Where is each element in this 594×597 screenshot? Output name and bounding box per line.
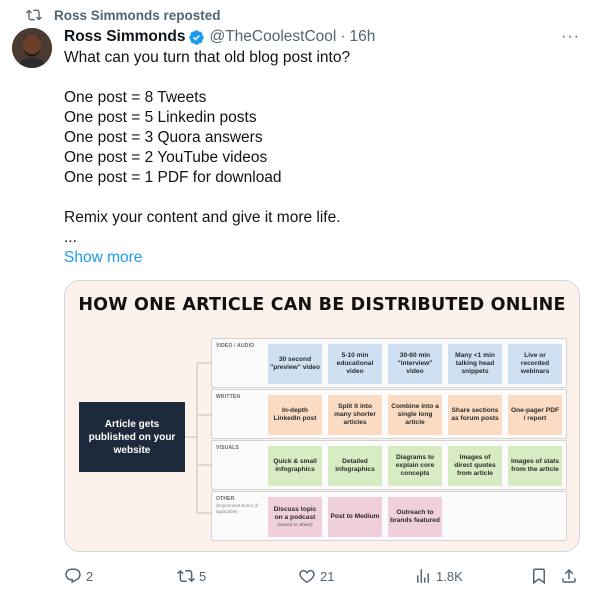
cell: Many <1 min talking head snippets bbox=[448, 344, 502, 384]
repost-count: 5 bbox=[199, 568, 207, 584]
repost-button[interactable]: 5 bbox=[177, 566, 206, 586]
cell: 30 second "preview" video bbox=[268, 344, 322, 384]
analytics-icon bbox=[417, 569, 429, 583]
repost-header: Ross Simmonds reposted bbox=[26, 6, 221, 24]
show-more-link[interactable]: Show more bbox=[64, 248, 142, 268]
row-other: OTHER (Experiment Zone) (if applicable) … bbox=[211, 491, 567, 541]
tweet-line: ... bbox=[64, 229, 77, 246]
row-label: OTHER bbox=[216, 496, 235, 502]
line-break bbox=[64, 188, 574, 208]
share-icon bbox=[562, 568, 576, 583]
cell: Images of stats from the article bbox=[508, 446, 562, 486]
cell: One-pager PDF / report bbox=[508, 395, 562, 435]
row-video-audio: VIDEO / AUDIO 30 second "preview" video … bbox=[211, 338, 567, 388]
row-written: WRITTEN In-depth LinkedIn post Split it … bbox=[211, 389, 567, 439]
hub-box: Article gets published on your website bbox=[79, 402, 185, 472]
cell: Live or recorded webinars bbox=[508, 344, 562, 384]
cell: Images of direct quotes from article bbox=[448, 446, 502, 486]
cell: In-depth LinkedIn post bbox=[268, 395, 322, 435]
cell: Post to Medium bbox=[328, 497, 382, 537]
tweet-line: What can you turn that old blog post int… bbox=[64, 49, 351, 66]
timestamp[interactable]: 16h bbox=[350, 28, 376, 46]
tweet-header: Ross Simmonds @TheCoolestCool · 16h ··· bbox=[64, 26, 580, 48]
tweet-line: Remix your content and give it more life… bbox=[64, 209, 341, 226]
tweet-line: One post = 2 YouTube videos bbox=[64, 149, 268, 166]
reply-icon bbox=[65, 568, 81, 584]
tweet-line: One post = 5 Linkedin posts bbox=[64, 109, 257, 126]
verified-badge-icon bbox=[189, 29, 205, 45]
cell: Combine into a single long article bbox=[388, 395, 442, 435]
heart-icon bbox=[299, 569, 315, 583]
repost-icon bbox=[177, 569, 195, 583]
tweet-line: One post = 3 Quora answers bbox=[64, 129, 263, 146]
cell: Diagrams to explain core concepts bbox=[388, 446, 442, 486]
share-button[interactable] bbox=[560, 566, 578, 586]
views-button[interactable]: 1.8K bbox=[414, 566, 463, 586]
cell: Share sections as forum posts bbox=[448, 395, 502, 435]
author-name[interactable]: Ross Simmonds bbox=[64, 28, 185, 46]
row-label: WRITTEN bbox=[216, 394, 241, 400]
tweet-media-image[interactable]: HOW ONE ARTICLE CAN BE DISTRIBUTED ONLIN… bbox=[64, 280, 580, 552]
tweet-text: What can you turn that old blog post int… bbox=[64, 48, 574, 268]
avatar-image bbox=[12, 28, 52, 68]
row-sublabel: (Experiment Zone) (if applicable) bbox=[216, 503, 259, 514]
reply-button[interactable]: 2 bbox=[64, 566, 93, 586]
bookmark-button[interactable] bbox=[530, 566, 548, 586]
line-break bbox=[64, 68, 574, 88]
cell: Discuss topic on a podcast (owned or oth… bbox=[268, 497, 322, 537]
cell-note: (owned or others) bbox=[277, 522, 313, 528]
hub-label: Article gets published on your website bbox=[88, 418, 176, 456]
like-count: 21 bbox=[320, 568, 335, 584]
tweet-line: One post = 8 Tweets bbox=[64, 89, 207, 106]
row-label: VISUALS bbox=[216, 445, 240, 451]
cell: Detailed infographics bbox=[328, 446, 382, 486]
cell-text: Discuss topic on a podcast bbox=[273, 506, 317, 522]
cell: Quick & small infographics bbox=[268, 446, 322, 486]
cell: Outreach to brands featured bbox=[388, 497, 442, 537]
row-label: VIDEO / AUDIO bbox=[216, 343, 255, 349]
like-button[interactable]: 21 bbox=[298, 566, 334, 586]
author-handle[interactable]: @TheCoolestCool bbox=[209, 28, 336, 46]
cell: 30-60 min "interview" video bbox=[388, 344, 442, 384]
infographic-title: HOW ONE ARTICLE CAN BE DISTRIBUTED ONLIN… bbox=[78, 295, 566, 315]
view-count: 1.8K bbox=[436, 568, 463, 584]
tweet-line: One post = 1 PDF for download bbox=[64, 169, 282, 186]
row-visuals: VISUALS Quick & small infographics Detai… bbox=[211, 440, 567, 490]
repost-label[interactable]: Ross Simmonds reposted bbox=[54, 8, 221, 23]
more-options-icon[interactable]: ··· bbox=[561, 28, 580, 46]
bookmark-icon bbox=[533, 568, 545, 585]
cell: 5-10 min educational video bbox=[328, 344, 382, 384]
avatar[interactable] bbox=[12, 28, 52, 68]
tweet-actions: 2 5 21 1.8K bbox=[64, 566, 586, 586]
repost-icon bbox=[26, 9, 42, 21]
separator: · bbox=[340, 28, 346, 45]
reply-count: 2 bbox=[86, 568, 94, 584]
cell: Split it into many shorter articles bbox=[328, 395, 382, 435]
